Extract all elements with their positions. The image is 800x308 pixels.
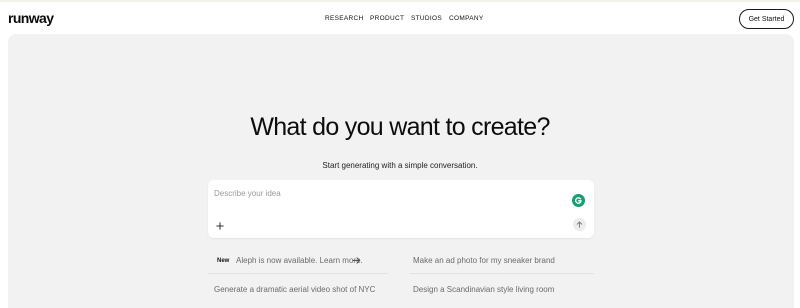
nav-item-company[interactable]: COMPANY [449,15,483,22]
nav-item-studios[interactable]: STUDIOS [411,15,442,22]
suggestion-item[interactable]: Generate a dramatic aerial video shot of… [208,279,388,301]
prompt-box [208,180,594,238]
grammarly-icon[interactable] [572,194,585,207]
arrow-right-icon [352,257,361,264]
plus-icon[interactable] [214,220,226,232]
suggestion-text: Generate a dramatic aerial video shot of… [214,285,376,294]
page-subtitle: Start generating with a simple conversat… [322,161,478,170]
grammarly-glyph [574,197,582,204]
get-started-button[interactable]: Get Started [739,9,794,29]
nav-item-research[interactable]: RESEARCH [325,15,364,22]
suggestion-text: Design a Scandinavian style living room [413,285,555,294]
suggestion-divider [208,273,388,274]
page-title: What do you want to create? [250,113,550,141]
arrow-up-icon [576,221,583,228]
main-nav: RESEARCH PRODUCT STUDIOS COMPANY [0,15,800,27]
suggestion-divider [410,273,594,274]
suggestion-item[interactable]: Design a Scandinavian style living room [410,279,594,301]
site-header: runway RESEARCH PRODUCT STUDIOS COMPANY … [0,2,800,34]
announcement-text: Aleph is now available. Learn more. [236,256,363,265]
prompt-input[interactable] [214,186,554,200]
hero-panel [8,34,794,308]
announcement-suggestion[interactable]: New Aleph is now available. Learn more. [208,250,388,272]
nav-item-product[interactable]: PRODUCT [370,15,404,22]
suggestion-text: Make an ad photo for my sneaker brand [413,256,555,265]
new-badge: New [213,255,234,266]
send-button[interactable] [573,218,586,231]
suggestion-item[interactable]: Make an ad photo for my sneaker brand [410,250,594,272]
